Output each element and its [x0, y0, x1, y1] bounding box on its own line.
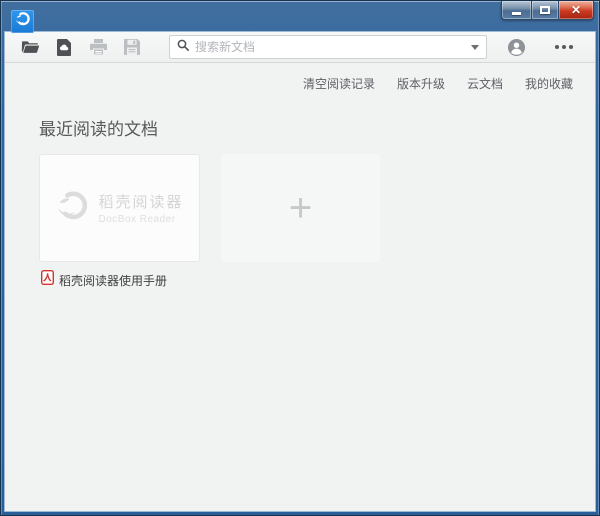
floppy-save-icon: [124, 39, 140, 55]
more-menu-button[interactable]: [555, 45, 573, 49]
brand-name-en: DocBox Reader: [98, 214, 183, 225]
link-upgrade[interactable]: 版本升级: [397, 75, 445, 92]
ellipsis-icon: [569, 45, 573, 49]
minimize-icon: [512, 12, 521, 15]
ellipsis-icon: [555, 45, 559, 49]
link-favorites[interactable]: 我的收藏: [525, 75, 573, 92]
maximize-button[interactable]: [531, 1, 559, 20]
recent-doc-title: 稻壳阅读器使用手册: [59, 272, 167, 289]
recent-doc-entry[interactable]: 稻壳阅读器使用手册: [41, 270, 595, 290]
search-icon: [177, 38, 189, 56]
search-input[interactable]: [195, 40, 465, 54]
cloud-document-icon: [57, 39, 72, 56]
app-window: ✕: [0, 0, 600, 516]
close-button[interactable]: ✕: [559, 1, 594, 20]
watermark-brand: 稻壳阅读器 DocBox Reader: [55, 189, 183, 228]
docbox-logo-icon: [15, 11, 31, 32]
search-dropdown-icon[interactable]: [471, 45, 479, 50]
watermark-text: 稻壳阅读器 DocBox Reader: [98, 191, 183, 225]
person-circle-icon: [507, 38, 526, 57]
recent-docs-grid: 稻壳阅读器 DocBox Reader +: [39, 154, 595, 262]
open-folder-icon: [21, 39, 40, 55]
pdf-file-icon: [41, 270, 54, 290]
search-box[interactable]: [169, 35, 487, 59]
plus-icon: +: [289, 188, 312, 228]
page-title: 最近阅读的文档: [39, 115, 595, 140]
open-file-button[interactable]: [17, 35, 43, 59]
docbox-logo-watermark-icon: [55, 189, 91, 228]
window-controls: ✕: [501, 1, 594, 20]
printer-icon: [90, 39, 107, 55]
link-clear-history[interactable]: 清空阅读记录: [303, 75, 375, 92]
recent-doc-thumbnail[interactable]: 稻壳阅读器 DocBox Reader: [39, 154, 200, 262]
save-button[interactable]: [119, 35, 145, 59]
add-document-card[interactable]: +: [221, 154, 380, 262]
open-cloud-doc-button[interactable]: [51, 35, 77, 59]
brand-name-cn: 稻壳阅读器: [98, 191, 183, 212]
close-icon: ✕: [571, 4, 581, 16]
toolbar: [5, 32, 595, 63]
link-cloud-docs[interactable]: 云文档: [467, 75, 503, 92]
minimize-button[interactable]: [501, 1, 531, 20]
print-button[interactable]: [85, 35, 111, 59]
app-icon[interactable]: [11, 10, 34, 33]
quick-links: 清空阅读记录 版本升级 云文档 我的收藏: [5, 63, 595, 92]
title-bar[interactable]: ✕: [1, 1, 599, 32]
maximize-icon: [540, 6, 550, 14]
ellipsis-icon: [562, 45, 566, 49]
client-area: 清空阅读记录 版本升级 云文档 我的收藏 最近阅读的文档: [5, 32, 595, 511]
account-button[interactable]: [503, 35, 529, 59]
